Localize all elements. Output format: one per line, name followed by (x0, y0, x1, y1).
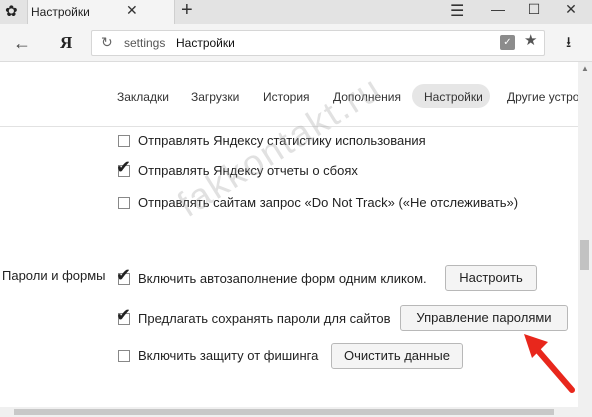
tab-title: Настройки (31, 5, 90, 19)
save-passwords-label: Предлагать сохранять пароли для сайтов (138, 311, 391, 326)
vertical-scroll-thumb[interactable] (580, 240, 589, 270)
tab-settings[interactable]: Настройки (424, 90, 483, 104)
phishing-checkbox[interactable] (118, 350, 130, 362)
download-icon[interactable]: ⭳ (566, 32, 571, 57)
address-host: settings (124, 36, 166, 50)
close-window-button[interactable]: ✕ (561, 1, 581, 18)
passwords-forms-heading: Пароли и формы (2, 268, 106, 283)
configure-button[interactable]: Настроить (445, 265, 537, 291)
tab-history[interactable]: История (263, 90, 310, 104)
scroll-up-icon[interactable]: ▲ (581, 64, 589, 73)
checkmark-icon: ✔ (116, 157, 132, 177)
address-page-title: Настройки (176, 36, 235, 50)
yandex-logo[interactable]: Я (60, 33, 72, 53)
autofill-label: Включить автозаполнение форм одним клико… (138, 271, 427, 286)
gear-icon[interactable]: ✿ (5, 2, 18, 20)
checkmark-icon: ✔ (116, 305, 132, 325)
back-arrow-icon[interactable]: ← (13, 33, 31, 54)
checkmark-icon: ✔ (116, 265, 132, 285)
reload-icon[interactable]: ↻ (101, 34, 113, 51)
protect-shield-icon[interactable]: ✓ (500, 35, 515, 50)
phishing-label: Включить защиту от фишинга (138, 348, 319, 363)
menu-icon[interactable]: ☰ (450, 1, 464, 21)
bookmark-star-icon[interactable]: ★ (524, 31, 537, 49)
minimize-button[interactable]: — (488, 1, 508, 17)
tab-bookmarks[interactable]: Закладки (117, 90, 169, 104)
tab-downloads[interactable]: Загрузки (191, 90, 239, 104)
new-tab-button[interactable]: + (181, 0, 193, 22)
clear-data-button[interactable]: Очистить данные (331, 343, 463, 369)
red-arrow-icon (524, 334, 575, 393)
do-not-track-checkbox[interactable] (118, 197, 130, 209)
statistics-checkbox[interactable] (118, 135, 130, 147)
maximize-button[interactable]: ☐ (524, 1, 544, 18)
tab-close-icon[interactable]: ✕ (126, 2, 138, 19)
horizontal-scroll-thumb[interactable] (14, 409, 554, 415)
vertical-scrollbar[interactable] (578, 62, 592, 407)
tab-other-devices[interactable]: Другие устро (507, 90, 579, 104)
